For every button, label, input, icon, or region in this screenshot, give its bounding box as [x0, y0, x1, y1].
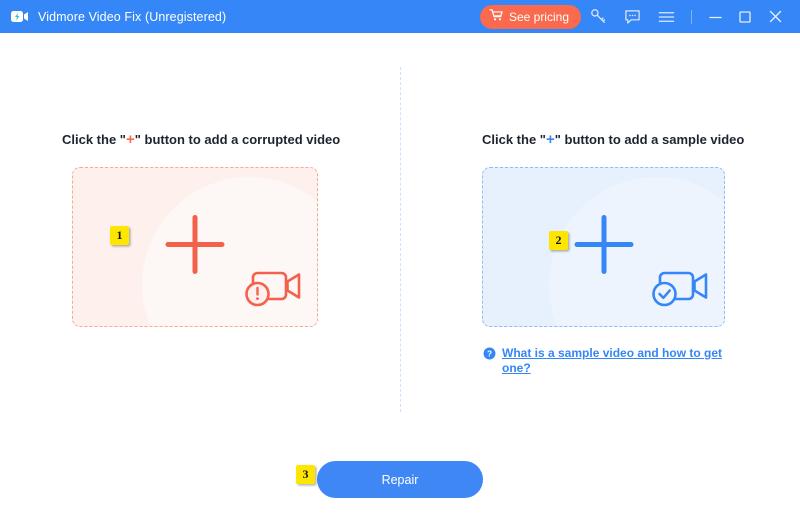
- heading-prefix: Click the ": [482, 132, 546, 147]
- see-pricing-button[interactable]: See pricing: [479, 4, 581, 29]
- heading-plus-icon: +: [545, 131, 555, 148]
- see-pricing-label: See pricing: [508, 9, 569, 24]
- decorative-arc: [142, 177, 317, 326]
- repair-button[interactable]: Repair: [317, 461, 483, 498]
- sample-video-dropzone[interactable]: [482, 167, 725, 327]
- video-camera-logo-icon: [9, 7, 29, 27]
- hamburger-menu-icon[interactable]: [649, 0, 683, 33]
- step-badge-1: 1: [110, 226, 129, 245]
- decorative-arc: [549, 177, 724, 326]
- svg-text:?: ?: [487, 349, 492, 359]
- titlebar-divider: [691, 9, 692, 24]
- minimize-icon[interactable]: [700, 0, 730, 33]
- plus-icon: [162, 212, 228, 283]
- chat-bubble-icon[interactable]: [615, 0, 649, 33]
- step-badge-3: 3: [296, 465, 315, 484]
- maximize-icon[interactable]: [730, 0, 760, 33]
- corrupted-panel-heading: Click the "+" button to add a corrupted …: [62, 132, 340, 147]
- close-icon[interactable]: [760, 0, 790, 33]
- heading-plus-icon: +: [125, 131, 135, 148]
- titlebar-controls: See pricing: [479, 0, 800, 33]
- title-bar: Vidmore Video Fix (Unregistered) See pri…: [0, 0, 800, 33]
- shopping-cart-icon: [489, 8, 504, 25]
- center-divider: [400, 67, 401, 412]
- app-title: Vidmore Video Fix (Unregistered): [38, 9, 227, 24]
- main-content: Click the "+" button to add a corrupted …: [0, 33, 800, 521]
- heading-suffix: " button to add a corrupted video: [134, 132, 341, 147]
- question-mark-circle-icon: ?: [483, 346, 496, 365]
- heading-suffix: " button to add a sample video: [554, 132, 745, 147]
- step-badge-2: 2: [549, 231, 568, 250]
- video-camera-check-icon: [650, 265, 710, 314]
- sample-panel-heading: Click the "+" button to add a sample vid…: [482, 132, 744, 147]
- corrupted-video-dropzone[interactable]: [72, 167, 318, 327]
- sample-video-help-label: What is a sample video and how to get on…: [502, 346, 723, 375]
- key-icon[interactable]: [581, 0, 615, 33]
- plus-icon: [571, 212, 637, 283]
- sample-video-help-link[interactable]: ? What is a sample video and how to get …: [483, 346, 731, 376]
- heading-prefix: Click the ": [62, 132, 126, 147]
- video-camera-error-icon: [243, 265, 303, 314]
